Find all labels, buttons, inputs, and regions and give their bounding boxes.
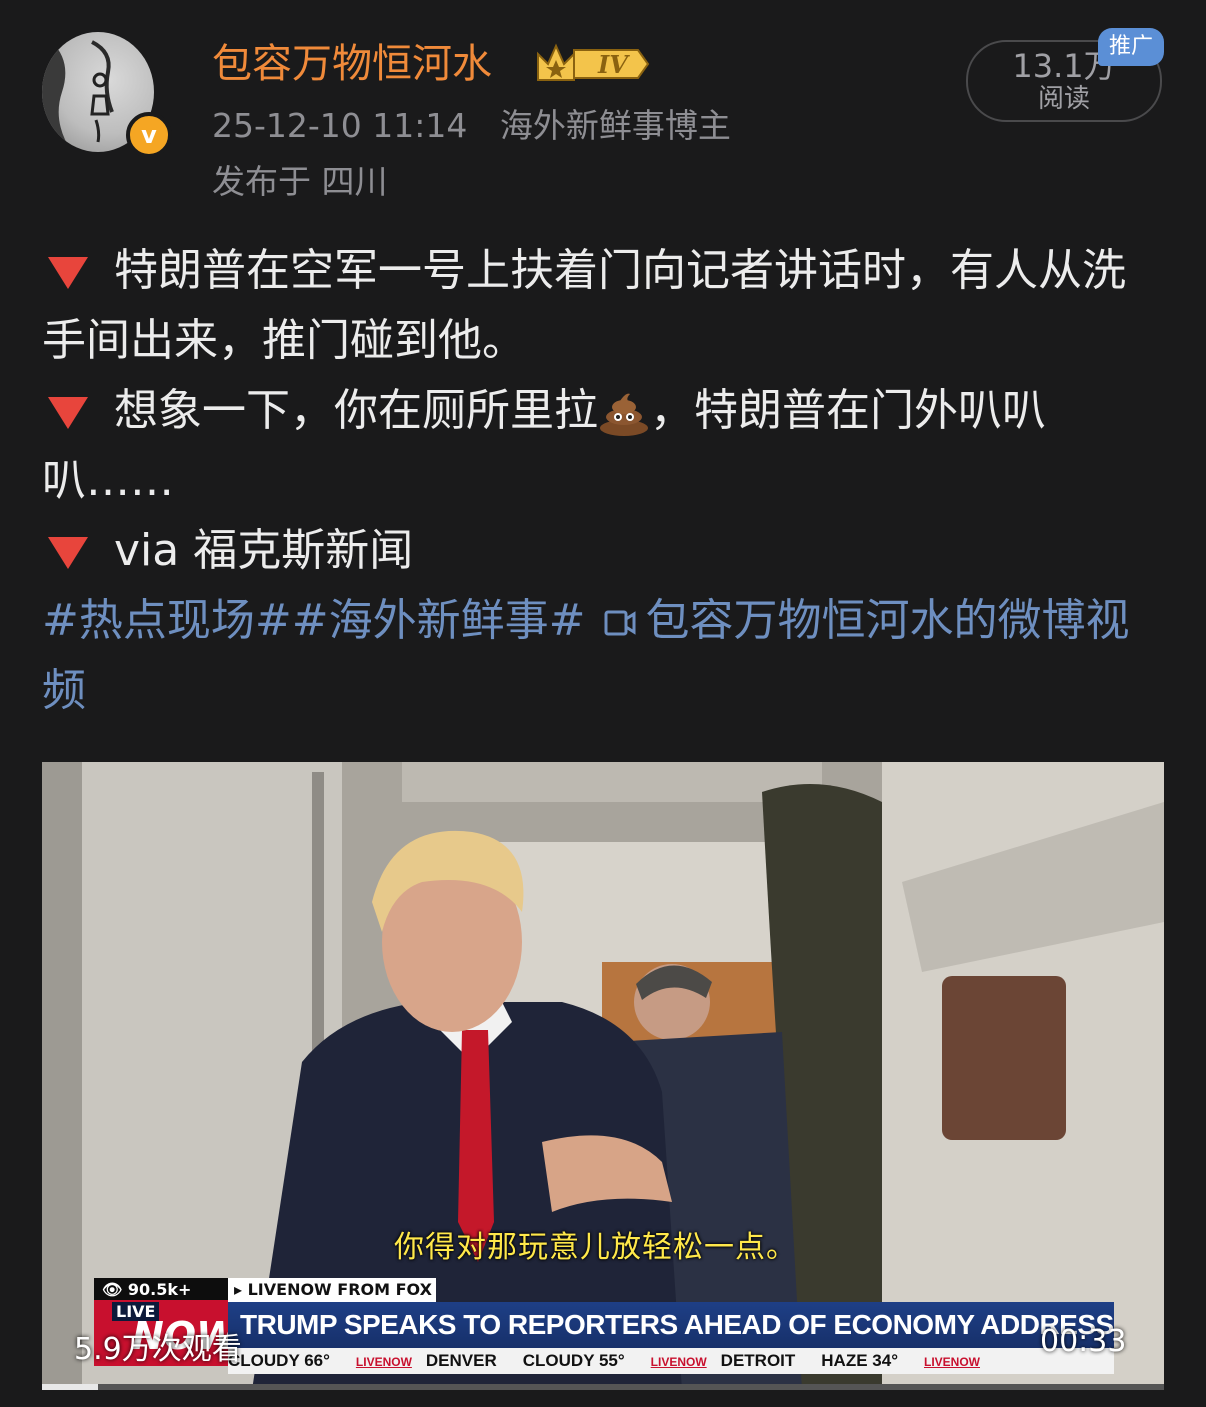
red-triangle-down-icon [48, 537, 88, 569]
vip-level: IV [597, 50, 630, 79]
weather-item: HAZE 34° [821, 1351, 898, 1370]
poop-emoji-icon [600, 393, 648, 436]
hashtag-line: #热点现场##海外新鲜事# 包容万物恒河水的微博视频 [42, 586, 1166, 726]
video-subtitle: 你得对那玩意儿放轻松一点。 [394, 1230, 797, 1265]
broadcast-viewer-count: 👁 90.5k+ [94, 1278, 228, 1302]
video-progress-fill [42, 1384, 99, 1390]
red-triangle-down-icon [48, 257, 88, 289]
weather-item: CLOUDY 66° [228, 1351, 330, 1370]
post-header: v 包容万物恒河水 IV 25-12-10 11:14 海外新鲜事博主 发布于 … [0, 0, 1206, 220]
broadcast-headline: TRUMP SPEAKS TO REPORTERS AHEAD OF ECONO… [228, 1302, 1114, 1348]
post-body: 特朗普在空军一号上扶着门向记者讲话时，有人从洗手间出来，推门碰到他。 想象一下，… [42, 236, 1166, 726]
post-line-2: 想象一下，你在厕所里拉 ，特朗普在门外叭叭叭…… [42, 376, 1166, 516]
user-title: 海外新鲜事博主 [499, 106, 731, 145]
post-location: 发布于 四川 [212, 162, 388, 201]
video-duration: 00:33 [1040, 1324, 1127, 1359]
post-text-1: 特朗普在空军一号上扶着门向记者讲话时，有人从洗手间出来，推门碰到他。 [42, 245, 1126, 366]
red-triangle-down-icon [48, 397, 88, 429]
weather-item: CLOUDY 55° [522, 1351, 625, 1370]
weather-item: DETROIT [720, 1351, 796, 1370]
video-link-icon [604, 610, 636, 636]
post-text-3: via 福克斯新闻 [114, 525, 414, 576]
meta-line: 25-12-10 11:14 海外新鲜事博主 [212, 104, 731, 148]
promo-tag[interactable]: 推广 [1098, 28, 1164, 66]
ticker-logo: LIVENOW [650, 1355, 707, 1369]
read-label: 阅读 [1037, 84, 1090, 114]
vip-crown-badge-icon[interactable]: IV [534, 40, 652, 86]
ticker-logo: LIVENOW [924, 1355, 980, 1369]
post-line-1: 特朗普在空军一号上扶着门向记者讲话时，有人从洗手间出来，推门碰到他。 [42, 236, 1166, 376]
video-progress-bar[interactable] [42, 1384, 1164, 1390]
username[interactable]: 包容万物恒河水 [212, 38, 492, 90]
hashtag-links[interactable]: #热点现场##海外新鲜事# [42, 595, 585, 646]
verified-badge-icon: v [126, 112, 172, 158]
broadcast-source-label: ▸ LIVENOW FROM FOX [228, 1278, 436, 1302]
weather-item: DENVER [425, 1351, 497, 1370]
post-timestamp: 25-12-10 11:14 [212, 106, 468, 145]
ticker-logo: LIVENOW [355, 1355, 412, 1369]
video-view-count: 5.9万次观看 [74, 1332, 242, 1367]
post-line-3: via 福克斯新闻 [42, 516, 1166, 586]
post-text-2a: 想象一下，你在厕所里拉 [114, 385, 598, 436]
weather-ticker: CLOUDY 66° LIVENOW DENVER CLOUDY 55° LIVENOW… [228, 1348, 1114, 1374]
